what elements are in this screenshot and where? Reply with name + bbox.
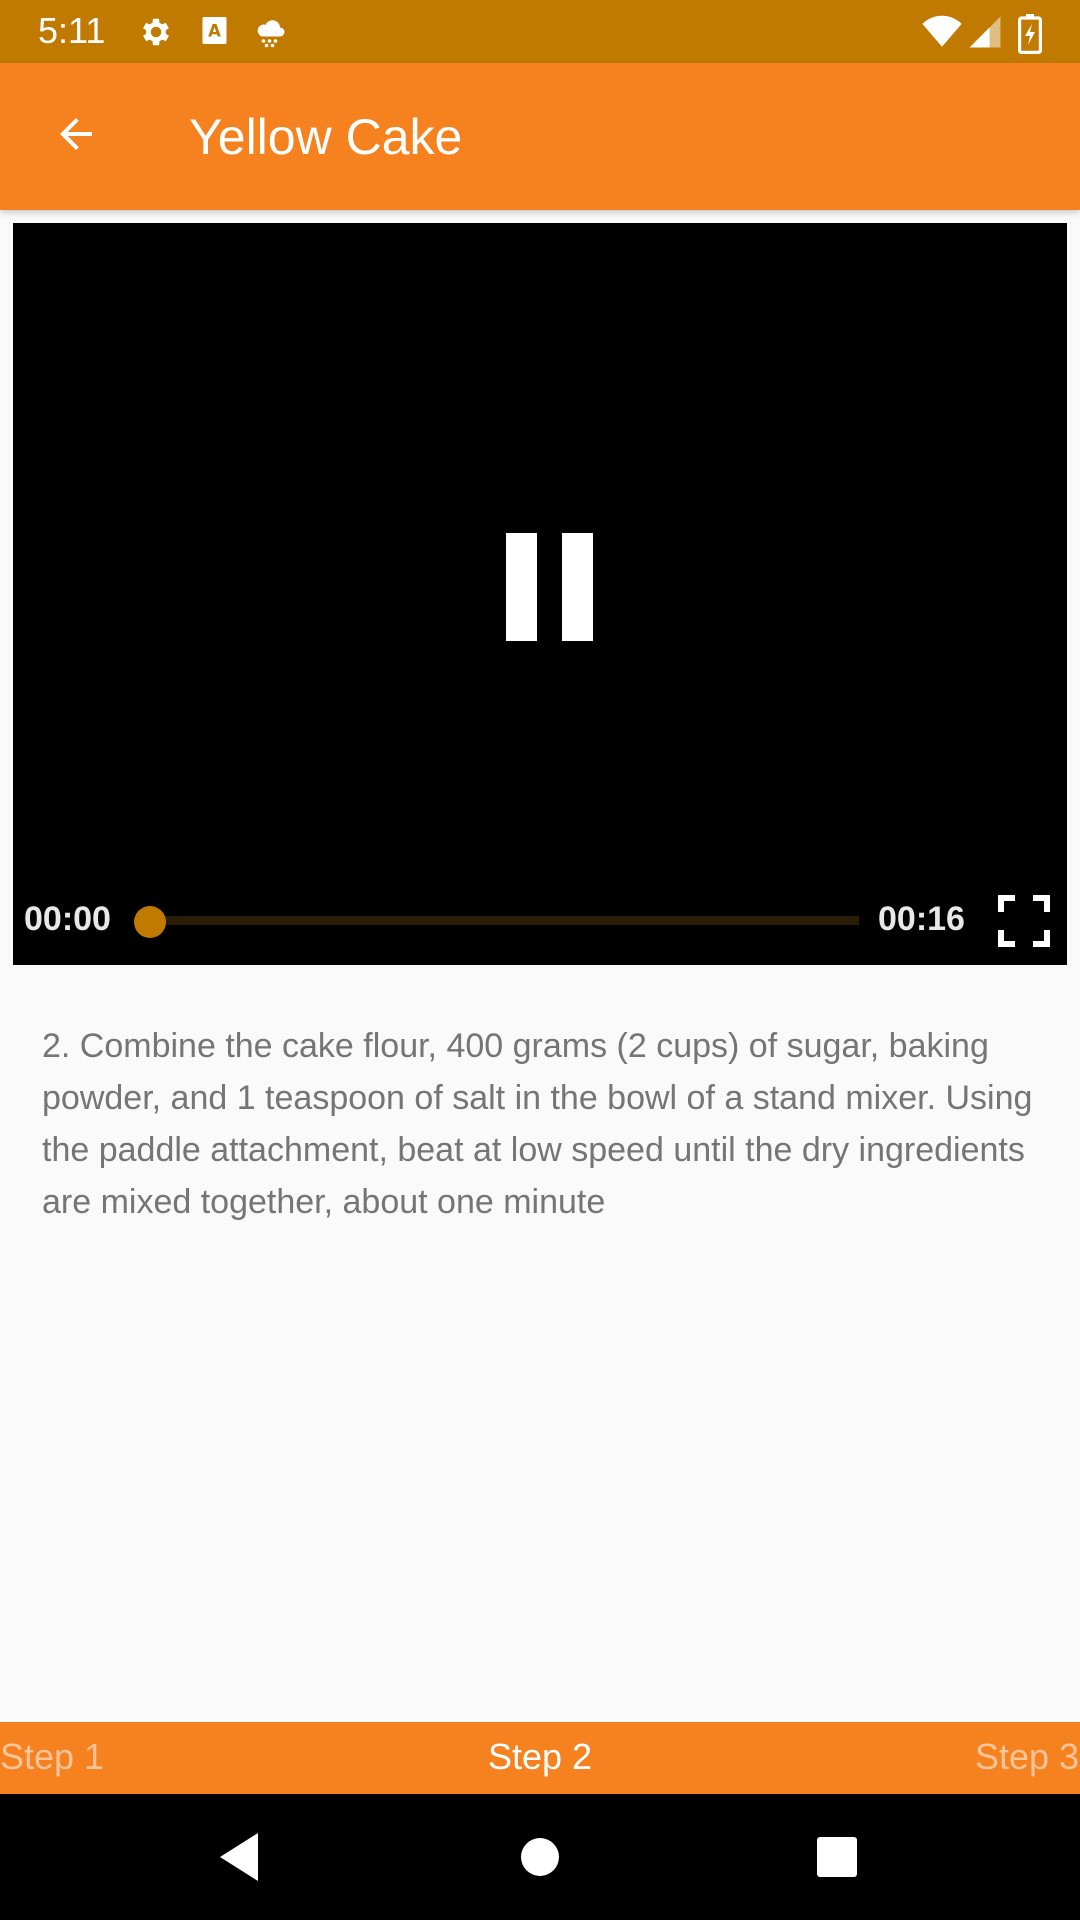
back-button[interactable] (36, 96, 116, 176)
status-bar: 5:11 A (0, 0, 1080, 63)
battery-charging-icon (1018, 14, 1048, 55)
seek-thumb[interactable] (134, 906, 166, 938)
recents-square-icon (805, 1837, 869, 1893)
video-player[interactable]: 00:00 00:16 (13, 223, 1067, 965)
svg-text:A: A (208, 22, 221, 41)
step-tab-next[interactable]: Step 3 (975, 1734, 1079, 1780)
app-bar: Yellow Cake (0, 63, 1080, 210)
status-time: 5:11 (38, 10, 106, 51)
arrow-left-icon (52, 110, 100, 163)
system-recents-button[interactable] (805, 1825, 869, 1889)
step-tab-current[interactable]: Step 2 (488, 1734, 592, 1780)
cell-signal-icon (968, 14, 1004, 50)
system-navigation-bar (0, 1794, 1080, 1920)
system-home-button[interactable] (508, 1825, 572, 1889)
gear-icon (138, 14, 174, 50)
pause-button[interactable] (480, 533, 598, 651)
current-time: 00:00 (24, 900, 111, 938)
step-navigation: Step 1 Step 2 Step 3 (0, 1722, 1080, 1794)
total-time: 00:16 (878, 900, 965, 938)
font-a-icon: A (198, 14, 234, 50)
step-tab-previous[interactable]: Step 1 (0, 1734, 104, 1780)
home-circle-icon (508, 1838, 572, 1893)
system-back-button[interactable] (208, 1825, 272, 1889)
weather-snow-icon (253, 14, 289, 50)
wifi-icon (922, 14, 962, 50)
page-title: Yellow Cake (189, 109, 463, 165)
back-triangle-icon (208, 1833, 272, 1893)
fullscreen-button[interactable] (998, 895, 1050, 947)
step-description: 2. Combine the cake flour, 400 grams (2 … (42, 1027, 1033, 1221)
fullscreen-icon (998, 895, 1050, 951)
seek-bar[interactable] (150, 916, 859, 925)
